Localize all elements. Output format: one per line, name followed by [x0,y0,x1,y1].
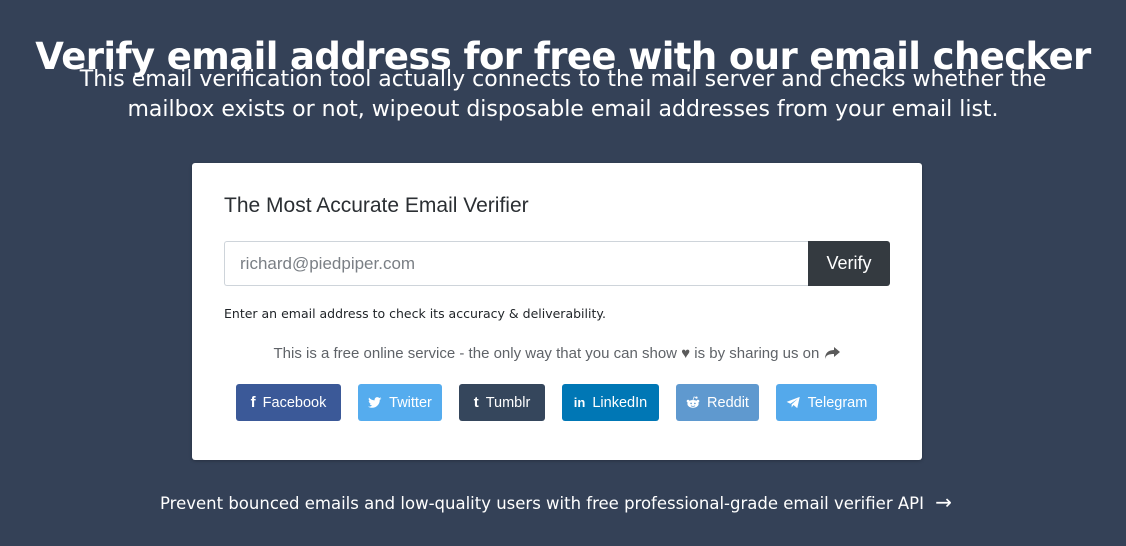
linkedin-label: LinkedIn [592,394,648,411]
reddit-icon [686,396,700,408]
tumblr-icon: t [473,394,479,411]
twitter-label: Twitter [389,394,432,411]
tumblr-share-button[interactable]: t Tumblr [459,384,545,421]
facebook-share-button[interactable]: f Facebook [236,384,341,421]
card-title: The Most Accurate Email Verifier [224,194,529,217]
helper-text: Enter an email address to check its accu… [224,306,606,321]
api-promo-link[interactable]: Prevent bounced emails and low-quality u… [0,490,1112,514]
api-promo-text: Prevent bounced emails and low-quality u… [160,494,924,513]
twitter-share-button[interactable]: Twitter [358,384,442,421]
telegram-share-button[interactable]: Telegram [776,384,877,421]
heart-icon: ♥ [681,345,691,362]
reddit-share-button[interactable]: Reddit [676,384,759,421]
facebook-label: Facebook [262,394,327,411]
verify-button[interactable]: Verify [808,241,890,286]
linkedin-share-button[interactable]: in LinkedIn [562,384,659,421]
email-input[interactable] [224,241,808,286]
tumblr-label: Tumblr [485,394,531,411]
verifier-card: The Most Accurate Email Verifier Verify … [192,163,922,460]
twitter-icon [368,396,382,408]
arrow-right-icon: → [935,490,952,514]
share-text-after: is by sharing us on [694,345,820,362]
share-text-before: This is a free online service - the only… [273,345,678,362]
facebook-icon: f [250,394,256,411]
email-form: Verify [224,241,890,286]
telegram-icon [786,396,800,409]
page-subtitle: This email verification tool actually co… [79,67,1047,122]
reddit-label: Reddit [707,394,749,411]
share-message: This is a free online service - the only… [192,345,922,364]
share-arrow-icon [824,346,841,364]
telegram-label: Telegram [807,394,868,411]
linkedin-icon: in [573,395,586,410]
